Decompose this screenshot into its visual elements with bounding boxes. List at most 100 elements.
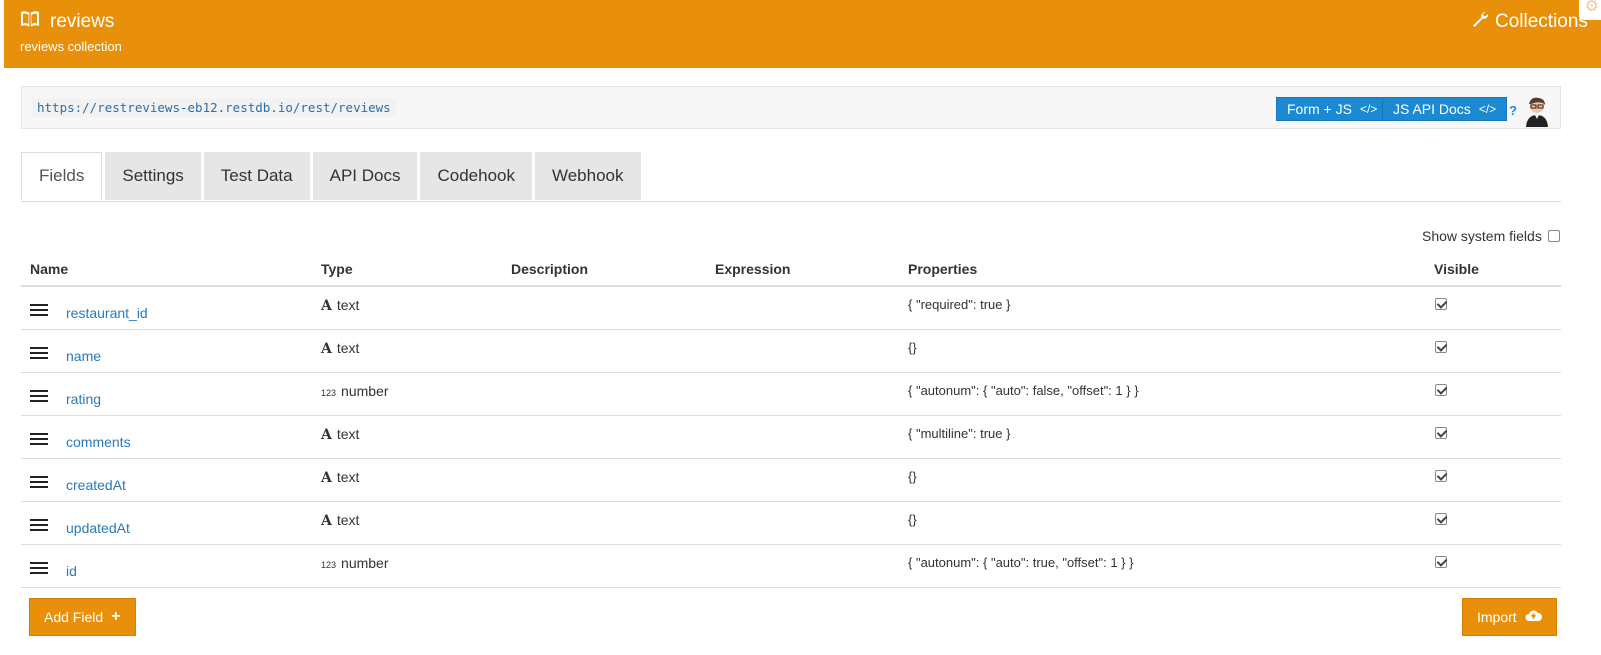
field-name-link[interactable]: restaurant_id [66,305,148,321]
gear-icon: ⚙ [1584,0,1599,15]
field-name-link[interactable]: rating [66,391,101,407]
field-type: text [336,426,360,442]
collection-tabs: Fields Settings Test Data API Docs Codeh… [21,152,641,201]
field-properties: {} [908,340,917,355]
field-type-cell: A text [321,297,359,314]
visible-checkbox[interactable] [1435,341,1447,353]
field-type-cell: A text [321,469,359,486]
text-type-icon: A [321,341,332,357]
tab-fields[interactable]: Fields [21,152,103,200]
avatar[interactable] [1521,95,1553,127]
field-name-link[interactable]: updatedAt [66,520,130,536]
field-type-cell: 123 number [321,383,389,399]
import-label: Import [1477,609,1517,625]
text-type-icon: A [321,470,332,486]
visible-checkbox[interactable] [1435,556,1447,568]
field-visible-cell [1435,383,1447,399]
table-row: comments A text { "multiline": true } [21,416,1561,459]
field-visible-cell [1435,426,1447,442]
tab-api-docs[interactable]: API Docs [312,152,418,200]
import-button[interactable]: Import [1462,598,1557,636]
field-properties: { "autonum": { "auto": false, "offset": … [908,383,1139,398]
drag-handle-icon[interactable] [30,389,48,403]
field-name-cell: id [30,557,77,579]
tab-codehook[interactable]: Codehook [420,152,532,200]
column-expression: Expression [715,261,791,277]
column-visible: Visible [1434,261,1479,277]
form-js-label: Form + JS [1287,101,1352,117]
table-header: Name Type Description Expression Propert… [21,252,1561,287]
collection-title-row: reviews [20,10,114,33]
collection-header: reviews reviews collection Collections [4,0,1601,68]
field-name-cell: comments [30,428,131,450]
field-type-cell: A text [321,340,359,357]
field-visible-cell [1435,555,1447,571]
show-system-fields-label: Show system fields [1422,228,1542,244]
page-title: reviews [50,10,115,32]
tabs-divider [21,201,1561,202]
drag-handle-icon[interactable] [30,475,48,489]
field-name-link[interactable]: id [66,563,77,579]
drag-handle-icon[interactable] [30,346,48,360]
field-name-link[interactable]: comments [66,434,131,450]
visible-checkbox[interactable] [1435,384,1447,396]
table-row: id 123 number { "autonum": { "auto": tru… [21,545,1561,588]
field-properties: {} [908,512,917,527]
field-type: text [336,297,360,313]
help-link[interactable]: ? [1509,103,1517,118]
field-type: text [336,469,360,485]
visible-checkbox[interactable] [1435,513,1447,525]
visible-checkbox[interactable] [1435,470,1447,482]
field-type: number [341,383,389,399]
drag-handle-icon[interactable] [30,518,48,532]
collections-label: Collections [1495,11,1588,32]
table-row: createdAt A text {} [21,459,1561,502]
field-visible-cell [1435,297,1447,313]
field-type-cell: A text [321,512,359,529]
field-properties: { "required": true } [908,297,1011,312]
drag-handle-icon[interactable] [30,561,48,575]
show-system-fields-checkbox[interactable] [1547,230,1560,242]
tab-settings[interactable]: Settings [105,152,201,200]
url-bar: https://restreviews-eb12.restdb.io/rest/… [21,86,1561,129]
field-properties: { "autonum": { "auto": true, "offset": 1… [908,555,1134,570]
js-api-docs-label: JS API Docs [1393,101,1471,117]
number-type-icon: 123 [321,560,337,570]
js-api-docs-button[interactable]: JS API Docs </> [1382,97,1508,121]
table-row: restaurant_id A text { "required": true … [21,287,1561,330]
field-type: text [336,340,360,356]
table-row: updatedAt A text {} [21,502,1561,545]
field-type-cell: 123 number [321,555,389,571]
number-type-icon: 123 [321,388,337,398]
visible-checkbox[interactable] [1435,427,1447,439]
drag-handle-icon[interactable] [30,303,48,317]
page-subtitle: reviews collection [20,39,122,54]
endpoint-url: https://restreviews-eb12.restdb.io/rest/… [32,98,396,117]
field-visible-cell [1435,469,1447,485]
visible-checkbox[interactable] [1435,298,1447,310]
add-field-label: Add Field [44,609,104,625]
tab-webhook[interactable]: Webhook [534,152,641,200]
settings-corner[interactable]: ⚙ [1579,0,1601,20]
fields-table: Name Type Description Expression Propert… [21,252,1561,588]
field-name-link[interactable]: createdAt [66,477,126,493]
code-icon: </> [1478,102,1497,116]
form-js-button[interactable]: Form + JS </> [1276,97,1389,121]
tab-test-data[interactable]: Test Data [203,152,310,200]
field-properties: {} [908,469,917,484]
field-visible-cell [1435,340,1447,356]
plus-icon: + [111,608,121,625]
column-description: Description [511,261,589,277]
drag-handle-icon[interactable] [30,432,48,446]
text-type-icon: A [321,427,332,443]
column-type: Type [321,261,353,277]
column-properties: Properties [908,261,978,277]
field-name-link[interactable]: name [66,348,101,364]
add-field-button[interactable]: Add Field + [29,598,136,636]
field-name-cell: restaurant_id [30,299,148,321]
field-properties: { "multiline": true } [908,426,1011,441]
text-type-icon: A [321,298,332,314]
table-body: restaurant_id A text { "required": true … [21,287,1561,588]
cloud-upload-icon [1525,609,1542,625]
field-visible-cell [1435,512,1447,528]
